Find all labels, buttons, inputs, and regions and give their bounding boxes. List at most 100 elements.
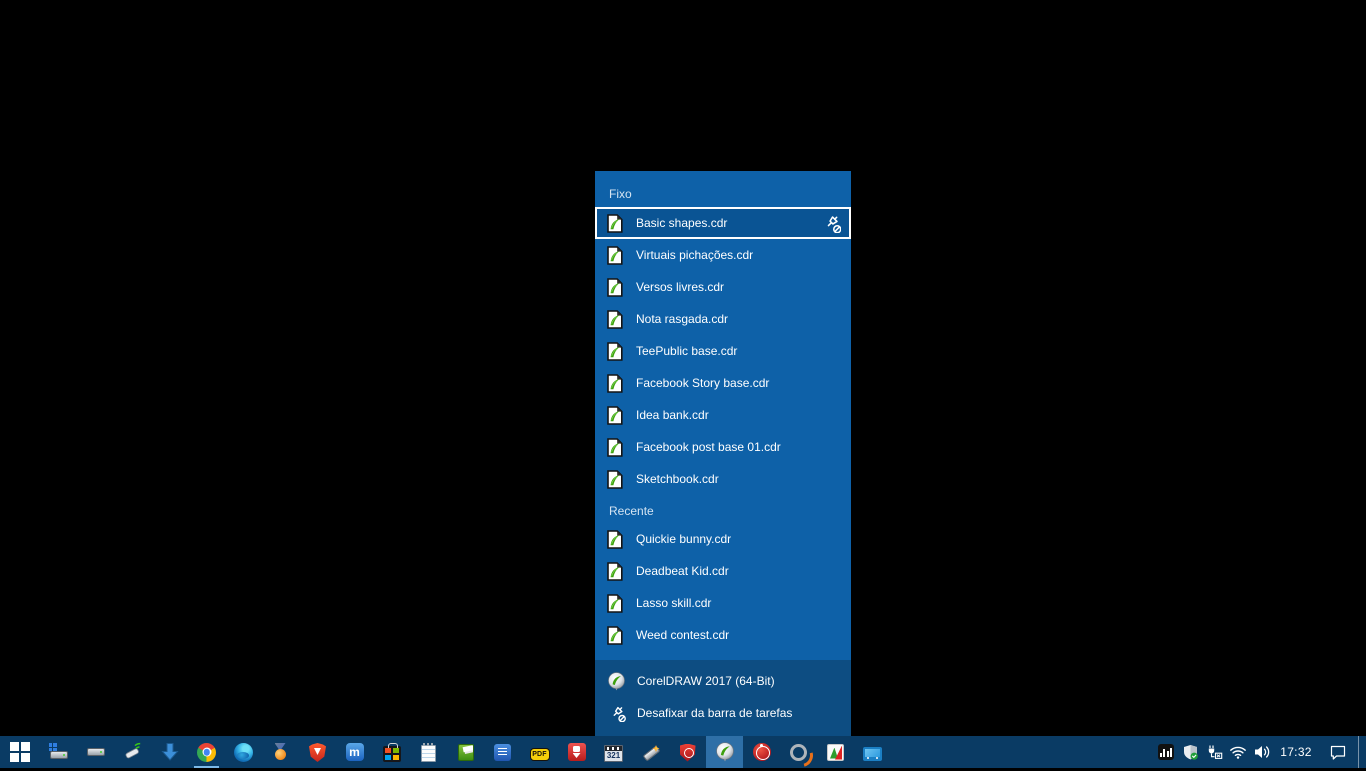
jumplist-item-pinned-3[interactable]: Nota rasgada.cdr — [595, 303, 851, 335]
brave-icon — [309, 743, 326, 762]
cdr-file-icon — [607, 626, 623, 645]
jumplist-item-pinned-7[interactable]: Facebook post base 01.cdr — [595, 431, 851, 463]
cdr-file-icon — [607, 214, 623, 233]
action-center-button[interactable] — [1318, 736, 1358, 768]
taskbar-button-edge[interactable] — [225, 736, 262, 768]
notepad-icon — [421, 745, 436, 762]
jumplist-item-label: Nota rasgada.cdr — [636, 312, 728, 326]
taskbar-button-microsoft-store[interactable] — [373, 736, 410, 768]
tray-wifi[interactable] — [1226, 736, 1250, 768]
jumplist-item-pinned-8[interactable]: Sketchbook.cdr — [595, 463, 851, 495]
jumplist-item-pinned-6[interactable]: Idea bank.cdr — [595, 399, 851, 431]
unpin-icon[interactable] — [821, 213, 841, 233]
jumplist-item-label: Quickie bunny.cdr — [636, 532, 731, 546]
taskbar-button-disk-manager[interactable] — [40, 736, 77, 768]
eject-hardware-icon — [1206, 744, 1223, 760]
cdr-file-icon — [607, 530, 623, 549]
equalizer-icon — [1158, 744, 1174, 760]
pinned-section-header: Fixo — [595, 181, 851, 207]
writer-document-icon — [494, 744, 511, 761]
cdr-file-icon — [607, 562, 623, 581]
taskbar-button-notepad[interactable] — [410, 736, 447, 768]
red-usb-transfer-icon — [568, 743, 586, 761]
system-tray: 17:32 — [1154, 736, 1366, 768]
microsoft-store-icon — [383, 746, 401, 762]
jumplist-footer: CorelDRAW 2017 (64-Bit) Desafixar da bar… — [595, 660, 851, 736]
jumplist-item-pinned-0[interactable]: Basic shapes.cdr — [595, 207, 851, 239]
edge-icon — [234, 743, 253, 762]
jumplist-item-label: Deadbeat Kid.cdr — [636, 564, 729, 578]
cdr-file-icon — [607, 310, 623, 329]
jumplist-unpin-taskbar[interactable]: Desafixar da barra de tarefas — [595, 697, 851, 729]
chrome-icon — [197, 743, 216, 762]
cdr-file-icon — [607, 438, 623, 457]
coreldraw-balloon-icon — [607, 672, 626, 691]
jumplist-app-launch[interactable]: CorelDRAW 2017 (64-Bit) — [595, 665, 851, 697]
airbrush-icon — [641, 742, 661, 762]
taskbar-button-medal-app[interactable] — [262, 736, 299, 768]
jumplist-item-label: Facebook post base 01.cdr — [636, 440, 781, 454]
jumplist-item-label: Idea bank.cdr — [636, 408, 709, 422]
jumplist-item-recent-1[interactable]: Deadbeat Kid.cdr — [595, 555, 851, 587]
jumplist-item-pinned-1[interactable]: Virtuais pichações.cdr — [595, 239, 851, 271]
jumplist-item-label: Basic shapes.cdr — [636, 216, 727, 230]
taskbar-button-download-manager[interactable] — [151, 736, 188, 768]
cdr-file-icon — [607, 278, 623, 297]
jumplist-app-label: CorelDRAW 2017 (64-Bit) — [637, 674, 775, 688]
taskbar-button-coreldraw[interactable] — [706, 736, 743, 768]
image-viewer-icon — [827, 744, 844, 761]
taskbar-button-green-book[interactable] — [447, 736, 484, 768]
show-desktop-button[interactable] — [1358, 736, 1366, 768]
taskbar-button-chrome[interactable] — [188, 736, 225, 768]
jumplist-item-pinned-5[interactable]: Facebook Story base.cdr — [595, 367, 851, 399]
taskbar-buttons: m PDF 321 — [0, 736, 891, 768]
action-center-icon — [1329, 744, 1347, 761]
cdr-file-icon — [607, 246, 623, 265]
tray-equalizer[interactable] — [1154, 736, 1178, 768]
jumplist-item-label: Versos livres.cdr — [636, 280, 724, 294]
start-button[interactable] — [0, 736, 40, 768]
cdr-file-icon — [607, 470, 623, 489]
download-arrow-icon — [161, 742, 179, 762]
jumplist-item-label: TeePublic base.cdr — [636, 344, 737, 358]
taskbar-button-maxthon[interactable]: m — [336, 736, 373, 768]
taskbar-clock[interactable]: 17:32 — [1274, 745, 1318, 759]
wireless-usb-adapter-icon — [123, 742, 143, 762]
taskbar-button-red-shield[interactable] — [669, 736, 706, 768]
media-player-321-icon: 321 — [604, 745, 623, 762]
taskbar-button-writer-document[interactable] — [484, 736, 521, 768]
taskbar-button-hard-drive[interactable] — [77, 736, 114, 768]
red-disc-icon — [753, 743, 771, 761]
jumplist-item-pinned-2[interactable]: Versos livres.cdr — [595, 271, 851, 303]
jumplist-item-label: Facebook Story base.cdr — [636, 376, 769, 390]
taskbar-button-pdf-reader[interactable]: PDF — [521, 736, 558, 768]
unpin-icon — [607, 704, 626, 722]
taskbar-button-klite-player[interactable]: 321 — [595, 736, 632, 768]
jumplist-item-recent-3[interactable]: Weed contest.cdr — [595, 619, 851, 651]
taskbar-button-image-viewer[interactable] — [817, 736, 854, 768]
jumplist-item-pinned-4[interactable]: TeePublic base.cdr — [595, 335, 851, 367]
taskbar-button-airbrush[interactable] — [632, 736, 669, 768]
jumplist-main-section: Fixo Basic shapes.cdr Virtuais pichações… — [595, 171, 851, 660]
tray-defender[interactable] — [1178, 736, 1202, 768]
tray-volume[interactable] — [1250, 736, 1274, 768]
laptop-display-icon — [863, 747, 882, 761]
red-shield-icon — [680, 744, 696, 762]
taskbar-button-red-disc[interactable] — [743, 736, 780, 768]
jumplist-item-label: Virtuais pichações.cdr — [636, 248, 753, 262]
cdr-file-icon — [607, 406, 623, 425]
pdf-reader-icon: PDF — [530, 748, 550, 761]
taskbar-button-utility-ring[interactable] — [780, 736, 817, 768]
jumplist-unpin-label: Desafixar da barra de tarefas — [637, 706, 792, 720]
taskbar-button-wireless-usb[interactable] — [114, 736, 151, 768]
jumplist-item-recent-2[interactable]: Lasso skill.cdr — [595, 587, 851, 619]
taskbar-button-brave[interactable] — [299, 736, 336, 768]
taskbar-button-laptop-display[interactable] — [854, 736, 891, 768]
taskbar-button-red-usb-transfer[interactable] — [558, 736, 595, 768]
jumplist-item-recent-0[interactable]: Quickie bunny.cdr — [595, 523, 851, 555]
coreldraw-jumplist: Fixo Basic shapes.cdr Virtuais pichações… — [595, 171, 851, 736]
tray-eject-hardware[interactable] — [1202, 736, 1226, 768]
recent-section-header: Recente — [595, 495, 851, 523]
maxthon-icon: m — [346, 743, 364, 761]
volume-icon — [1253, 744, 1272, 760]
